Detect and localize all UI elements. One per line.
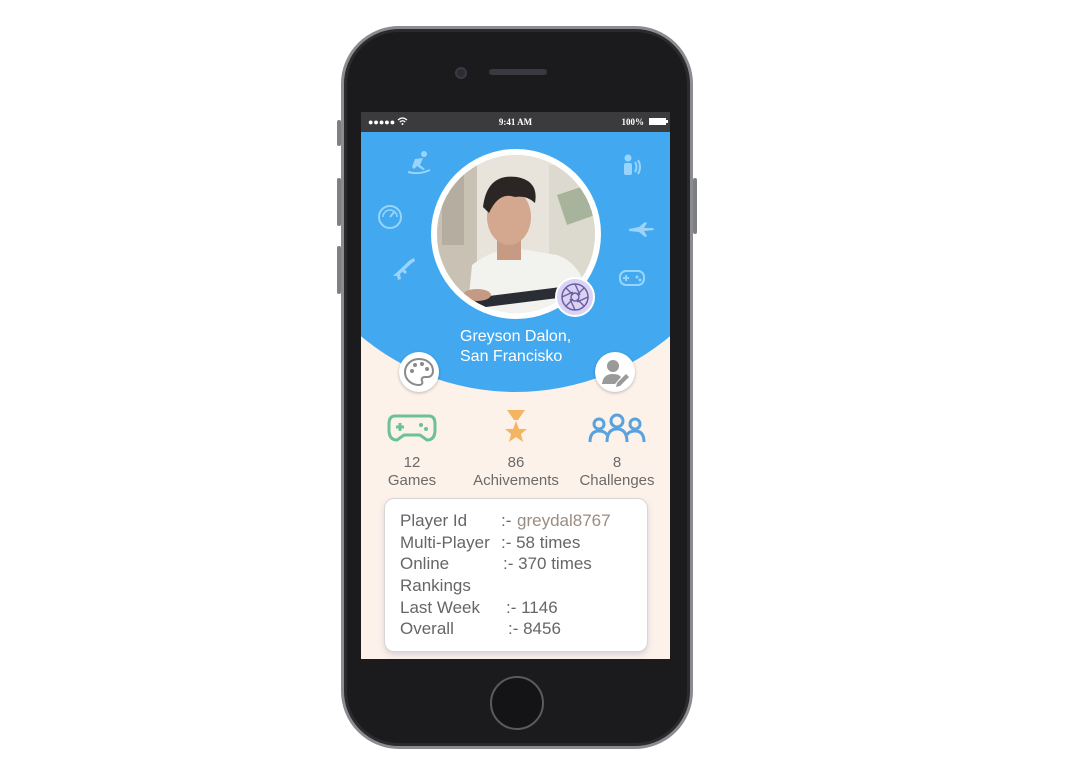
status-bar: ●●●●● 9:41 AM 100% [361, 112, 670, 132]
volume-down-button [337, 246, 341, 294]
challenges-count: 8 [612, 454, 622, 471]
front-camera [455, 67, 467, 79]
camera-aperture-icon[interactable] [555, 277, 595, 317]
palette-icon [403, 357, 435, 387]
online-label: Online [400, 554, 450, 573]
speedometer-icon [377, 204, 403, 233]
achievements-count: 86 [507, 454, 525, 471]
plane-icon [627, 220, 655, 241]
last-week-value: :- 1146 [506, 598, 558, 617]
battery-icon [649, 118, 668, 125]
player-id-separator: :- [501, 511, 512, 530]
speaker-person-icon [618, 154, 644, 185]
multiplayer-label: Multi-Player [400, 533, 490, 552]
home-button[interactable] [490, 676, 544, 730]
overall-label: Overall [400, 619, 454, 638]
profile-location-line: San Francisko [460, 348, 563, 365]
trophy-star-icon [466, 410, 566, 448]
theme-button[interactable] [399, 352, 439, 392]
mute-switch [337, 120, 341, 146]
edit-user-icon [602, 360, 629, 387]
power-button [693, 178, 697, 234]
controller-icon [618, 268, 646, 291]
overall-value: :- 8456 [508, 619, 561, 638]
app-screen: Greyson Dalon, San Francisko 12 Games 86… [361, 112, 670, 659]
challenges-label: Challenges [579, 472, 655, 489]
rankings-label: Rankings [400, 576, 471, 595]
player-id-label: Player Id [400, 511, 468, 530]
rifle-icon [390, 254, 418, 285]
surfing-icon [406, 150, 432, 179]
online-value: :- 370 times [503, 554, 592, 573]
edit-profile-button[interactable] [595, 352, 635, 392]
games-label: Games [387, 472, 437, 489]
battery-percent: 100% [621, 117, 645, 127]
games-count: 12 [403, 454, 421, 471]
multiplayer-value: :- 58 times [501, 533, 581, 552]
gamepad-icon [362, 410, 462, 448]
achievements-label: Achivements [473, 472, 559, 489]
player-id-value: greydal8767 [517, 511, 611, 530]
group-icon [567, 410, 667, 448]
volume-up-button [337, 178, 341, 226]
last-week-label: Last Week [400, 598, 481, 617]
profile-name-line: Greyson Dalon, [460, 328, 572, 345]
earpiece-speaker [489, 69, 547, 75]
player-details-card: Player Id :- greydal8767 Multi-Player :-… [384, 498, 648, 652]
